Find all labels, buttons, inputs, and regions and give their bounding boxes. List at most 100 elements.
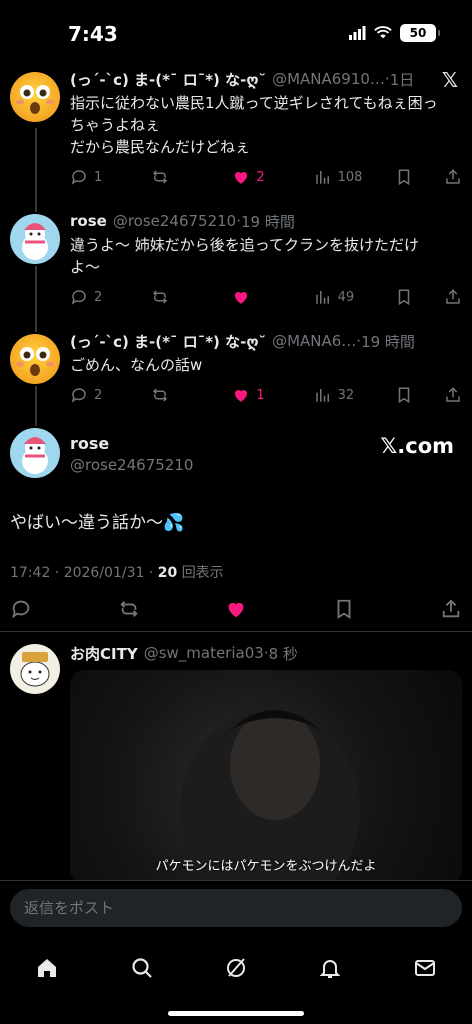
tweet[interactable]: rose @rose24675210 · 19 時間 違うよ〜 姉妹だから後を追… [0, 210, 472, 322]
author-handle[interactable]: @MANA6… [272, 332, 356, 350]
tweet-time: 1日 [389, 70, 415, 89]
tweet-text-line: よ〜 [70, 258, 101, 276]
repost-button[interactable] [151, 168, 201, 186]
reply-input[interactable]: 返信をポスト [10, 889, 462, 927]
reply-icon [70, 168, 88, 186]
share-icon[interactable] [444, 386, 462, 404]
avatar[interactable] [10, 72, 60, 122]
tweet[interactable]: (っ´-`c) ま-(*¯ ロ¯*) な-ღ˘ @MANA6… · 19 時間 … [0, 330, 472, 414]
status-icons: 50 [348, 24, 440, 42]
author-handle[interactable]: @MANA6910… [272, 70, 385, 88]
like-button[interactable]: 2 [232, 168, 282, 186]
tweet-header: rose @rose24675210 · 19 時間 [70, 212, 295, 231]
tweet-actions [10, 598, 462, 620]
repost-icon [151, 168, 169, 186]
avatar[interactable] [10, 644, 60, 694]
like-count: 1 [256, 387, 265, 403]
reply-icon [70, 288, 88, 306]
like-button[interactable]: 1 [232, 386, 282, 404]
repost-icon[interactable] [118, 598, 140, 620]
main-tweet: rose @rose24675210 𝕏.com やばい〜違う話か〜💦 17:4… [0, 420, 472, 632]
home-icon[interactable] [27, 948, 67, 988]
tweet-time: 8 秒 [268, 644, 298, 663]
like-button[interactable] [232, 288, 282, 306]
reply-button[interactable]: 2 [70, 386, 120, 404]
view-count: 32 [337, 387, 355, 403]
share-icon[interactable] [444, 168, 462, 186]
x-logo-icon[interactable]: 𝕏 [442, 68, 458, 92]
views-label: 回表示 [181, 565, 224, 581]
reply-button[interactable]: 1 [70, 168, 120, 186]
author-name[interactable]: (っ´-`c) ま-(*¯ ロ¯*) な-ღ˘ [70, 331, 266, 352]
tweet-text-line: 指示に従わない農民1人蹴って逆ギレされてもねぇ困っ [70, 94, 438, 112]
video-frame [180, 710, 360, 884]
bottom-nav [0, 940, 472, 1024]
reply-icon [70, 386, 88, 404]
media-video[interactable]: パケモンにはパケモンをぶつけんだよ [70, 670, 462, 884]
tweet-time: 19 時間 [361, 332, 415, 351]
view-count: 49 [337, 289, 355, 305]
tweet-text-line: ちゃうよねぇ [70, 116, 161, 134]
tweet-text: ごめん、なんの話w [70, 354, 462, 376]
chart-icon [314, 168, 332, 186]
battery-indicator: 50 [400, 24, 440, 42]
video-subtitle: パケモンにはパケモンをぶつけんだよ [155, 859, 377, 874]
tweet-time: 19 時間 [241, 212, 295, 231]
author-name[interactable]: お肉CITY [70, 643, 138, 664]
search-icon[interactable] [122, 948, 162, 988]
repost-button[interactable] [151, 386, 201, 404]
avatar[interactable] [10, 428, 60, 478]
views-button[interactable]: 32 [314, 386, 364, 404]
avatar[interactable] [10, 334, 60, 384]
bell-icon[interactable] [310, 948, 350, 988]
author-handle[interactable]: @rose24675210 [113, 212, 236, 230]
tweet-meta: 17:42 · 2026/01/31 · 20 回表示 [10, 562, 224, 582]
chart-icon [314, 288, 332, 306]
bookmark-icon[interactable] [395, 386, 413, 404]
bookmark-icon[interactable] [395, 168, 413, 186]
author-name[interactable]: rose [70, 434, 109, 453]
author-handle[interactable]: @rose24675210 [70, 456, 193, 474]
tweet-header: お肉CITY @sw_materia03 · 8 秒 [70, 643, 298, 664]
source-label[interactable]: 𝕏.com [380, 434, 454, 458]
avatar[interactable] [10, 214, 60, 264]
views-button[interactable]: 49 [314, 288, 364, 306]
tweet[interactable]: お肉CITY @sw_materia03 · 8 秒 パケモンにはパケモンをぶつ… [0, 634, 472, 884]
mail-icon[interactable] [405, 948, 445, 988]
heart-icon [232, 386, 250, 404]
tweet-text: 違うよ〜 姉妹だから後を追ってクランを抜けただけ よ〜 [70, 234, 462, 278]
heart-icon [232, 168, 250, 186]
bookmark-icon[interactable] [333, 598, 355, 620]
wifi-icon [374, 24, 392, 42]
tweet-header: (っ´-`c) ま-(*¯ ロ¯*) な-ღ˘ @MANA6… · 19 時間 [70, 331, 415, 352]
repost-button[interactable] [151, 288, 201, 306]
status-time: 7:43 [68, 22, 118, 46]
reply-bar: 返信をポスト [0, 880, 472, 940]
views-button[interactable]: 108 [314, 168, 364, 186]
repost-icon [151, 288, 169, 306]
home-indicator [168, 1011, 304, 1016]
author-name[interactable]: rose [70, 212, 107, 230]
like-count: 2 [256, 169, 265, 185]
tweet[interactable]: (っ´-`c) ま-(*¯ ロ¯*) な-ღ˘ @MANA6910… · 1日 … [0, 68, 472, 198]
tweet-timestamp: 17:42 · 2026/01/31 · [10, 565, 158, 581]
tweet-header: (っ´-`c) ま-(*¯ ロ¯*) な-ღ˘ @MANA6910… · 1日 [70, 69, 415, 90]
reply-icon[interactable] [10, 598, 32, 620]
tweet-actions: 2 1 32 [70, 384, 462, 406]
reply-button[interactable]: 2 [70, 288, 120, 306]
bookmark-icon[interactable] [395, 288, 413, 306]
view-count[interactable]: 20 [158, 565, 177, 581]
tweet-text-line: ごめん、なんの話w [70, 356, 203, 374]
view-count: 108 [337, 169, 363, 185]
status-bar: 7:43 50 [0, 0, 472, 62]
tweet-actions: 1 2 108 [70, 166, 462, 188]
author-handle[interactable]: @sw_materia03 [144, 644, 264, 662]
reply-count: 2 [94, 387, 103, 403]
heart-icon[interactable] [225, 598, 247, 620]
signal-icon [348, 24, 366, 42]
share-icon[interactable] [440, 598, 462, 620]
grok-icon[interactable] [216, 948, 256, 988]
repost-icon [151, 386, 169, 404]
author-name[interactable]: (っ´-`c) ま-(*¯ ロ¯*) な-ღ˘ [70, 69, 266, 90]
share-icon[interactable] [444, 288, 462, 306]
